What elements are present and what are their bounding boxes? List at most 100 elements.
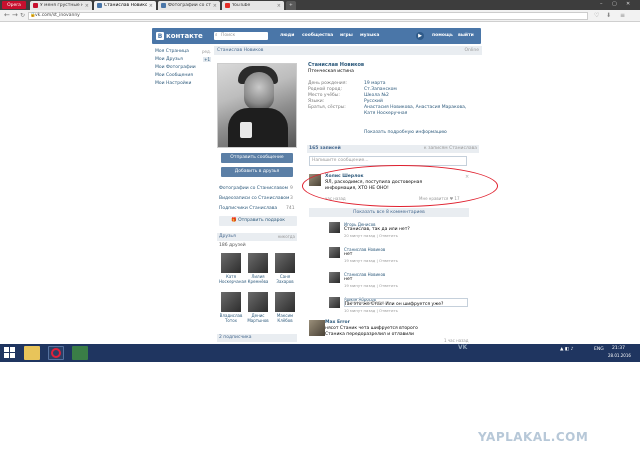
- wall-post: Max Error нясот Станик чета шифруется вт…: [309, 320, 479, 346]
- left-menu-item-settings[interactable]: Мои Настройки: [155, 80, 211, 88]
- app-taskbar-icon[interactable]: [72, 346, 88, 360]
- tab-title: У меня грустные новост: [40, 3, 83, 8]
- post-author[interactable]: Max Error: [325, 320, 350, 325]
- screen: Opera У меня грустные новост × Станислав…: [0, 0, 640, 362]
- nav-games[interactable]: игры: [340, 33, 353, 38]
- vk-corner-mark: VK: [458, 344, 468, 351]
- comment-time[interactable]: 19 минут назад | Ответить: [344, 283, 398, 288]
- reload-icon[interactable]: ↻: [20, 12, 25, 19]
- comment-text: нет: [344, 252, 353, 257]
- left-menu-item-my-page[interactable]: Моя Страница ред.: [155, 48, 211, 56]
- tab-title: YouTube: [232, 3, 251, 8]
- url-input[interactable]: 🔒 vk.com/st_inovanny: [28, 12, 588, 20]
- nav-communities[interactable]: сообщества: [302, 33, 333, 38]
- avatar[interactable]: [309, 320, 325, 336]
- nav-music[interactable]: музыка: [360, 33, 379, 38]
- bookmark-icon[interactable]: ♡: [594, 12, 599, 19]
- comment-time[interactable]: 19 минут назад | Ответить: [344, 258, 398, 263]
- avatar[interactable]: [329, 247, 340, 258]
- add-friend-button[interactable]: Добавить в друзья: [221, 167, 293, 177]
- info-key: Место учёбы:: [308, 93, 340, 98]
- tab-close-icon[interactable]: ×: [213, 3, 217, 9]
- friend-card[interactable]: Владислав Тотох: [219, 292, 243, 323]
- vk-search-input[interactable]: ⌕ Поиск: [214, 32, 268, 40]
- language-indicator[interactable]: ENG: [594, 347, 604, 352]
- info-value[interactable]: Школа №2: [364, 93, 474, 99]
- left-menu-label: Моя Страница: [155, 49, 189, 54]
- friend-card[interactable]: Саня Захаров: [273, 253, 297, 284]
- tab-favicon-icon: [161, 3, 166, 8]
- friend-card[interactable]: Лилия Кремнёва: [246, 253, 270, 284]
- left-menu-label: Мои Настройки: [155, 81, 192, 86]
- post-time[interactable]: 1 час назад: [444, 338, 469, 343]
- left-menu-item-photos[interactable]: Мои Фотографии: [155, 64, 211, 72]
- comment-time[interactable]: 10 минут назад | Ответить: [344, 308, 398, 313]
- vk-logo-text: контакте: [166, 32, 203, 40]
- friend-card[interactable]: Денис Мартынов: [246, 292, 270, 323]
- profile-status[interactable]: Птенческая истина: [308, 69, 354, 74]
- vk-logo[interactable]: В контакте: [156, 31, 203, 41]
- send-message-button[interactable]: Отправить сообщение: [221, 153, 293, 163]
- forward-icon[interactable]: →: [12, 11, 18, 19]
- opera-menu-button[interactable]: Opera: [2, 1, 26, 9]
- opera-taskbar-icon[interactable]: [48, 346, 64, 360]
- left-menu-item-friends[interactable]: Мои Друзья +1: [155, 56, 211, 64]
- tab-close-icon[interactable]: ×: [149, 3, 153, 9]
- friend-card[interactable]: Максим Клёбов: [273, 292, 297, 323]
- tray-icons[interactable]: ▲ ◧ ♪: [560, 347, 573, 352]
- avatar[interactable]: [329, 297, 340, 308]
- play-icon[interactable]: ▶: [416, 32, 424, 40]
- comment-time[interactable]: 20 минут назад | Ответить: [344, 233, 398, 238]
- comment-input[interactable]: Комментировать...: [344, 298, 468, 307]
- tab-close-icon[interactable]: ×: [277, 3, 281, 9]
- opera-menu-label: Opera: [7, 2, 21, 8]
- windows-start-icon[interactable]: [4, 347, 15, 358]
- browser-tab-1[interactable]: У меня грустные новост ×: [30, 1, 92, 10]
- info-value[interactable]: Анастасия Новикова, Анастасия Маракова, …: [364, 105, 474, 116]
- videos-with-link[interactable]: Видеозаписи со Станиславом: [219, 196, 289, 201]
- photos-with-link[interactable]: Фотографии со Станиславом: [219, 186, 288, 191]
- edit-link[interactable]: ред.: [202, 48, 211, 56]
- comment-text: нет: [344, 277, 353, 282]
- minimize-icon[interactable]: –: [600, 1, 603, 7]
- browser-tab-4[interactable]: YouTube ×: [222, 1, 284, 10]
- friends-header[interactable]: Друзья никогда: [217, 233, 297, 241]
- vk-search-placeholder: Поиск: [221, 33, 236, 38]
- send-gift-button[interactable]: 🎁 Отправить подарок: [219, 216, 297, 226]
- tab-close-icon[interactable]: ×: [85, 3, 89, 9]
- followers-link[interactable]: Подписчики Станислава: [219, 206, 277, 211]
- browser-tab-3[interactable]: Фотографии со страниц ×: [158, 1, 220, 10]
- friend-card[interactable]: Катя Носкерчаная: [219, 253, 246, 284]
- browser-tab-2[interactable]: Станислав Новиков ×: [94, 1, 156, 10]
- avatar[interactable]: [329, 222, 340, 233]
- nav-people[interactable]: люди: [280, 33, 294, 38]
- download-icon[interactable]: ⬇: [606, 12, 611, 19]
- wall-filter-link[interactable]: к записям Станислава: [424, 145, 477, 153]
- tab-favicon-icon: [225, 3, 230, 8]
- avatar[interactable]: [329, 272, 340, 283]
- left-menu-label: Мои Сообщения: [155, 73, 193, 78]
- friend-name: Лилия Кремнёва: [247, 274, 269, 284]
- nav-logout[interactable]: выйти: [458, 33, 474, 38]
- show-all-comments-button[interactable]: Показать все 8 комментариев: [309, 208, 469, 217]
- profile-photo[interactable]: [217, 63, 297, 148]
- photos-with-count: 9: [290, 186, 293, 191]
- left-menu-item-messages[interactable]: Мои Сообщения: [155, 72, 211, 80]
- info-value[interactable]: 19 марта: [364, 81, 474, 87]
- wall-header: 165 записей к записям Станислава: [307, 145, 479, 153]
- subscriptions-header[interactable]: 2 подписчика: [217, 334, 297, 342]
- friends-all-link[interactable]: никогда: [278, 233, 295, 241]
- menu-icon[interactable]: ≡: [620, 12, 625, 19]
- clock-date[interactable]: 28.01.2016: [608, 353, 631, 358]
- close-window-icon[interactable]: ✕: [626, 1, 630, 7]
- clock-time[interactable]: 21:37: [612, 346, 625, 351]
- info-key: Языки:: [308, 99, 325, 104]
- maximize-icon[interactable]: ▢: [612, 1, 617, 7]
- new-tab-button[interactable]: +: [286, 1, 296, 10]
- info-value[interactable]: Ст.Запанском: [364, 87, 474, 93]
- profile-name: Станислав Новиков: [308, 62, 365, 68]
- show-more-info-link[interactable]: Показать подробную информацию: [364, 130, 447, 135]
- back-icon[interactable]: ←: [4, 11, 10, 19]
- nav-help[interactable]: помощь: [432, 33, 453, 38]
- file-explorer-icon[interactable]: [24, 346, 40, 360]
